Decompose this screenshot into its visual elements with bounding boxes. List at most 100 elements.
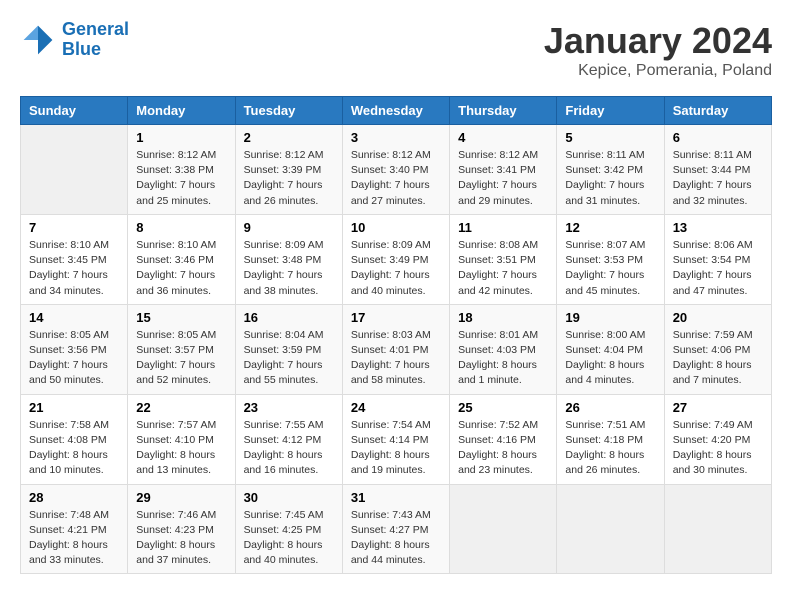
- calendar-cell: 7 Sunrise: 8:10 AM Sunset: 3:45 PM Daylig…: [21, 214, 128, 304]
- calendar-cell: 29 Sunrise: 7:46 AM Sunset: 4:23 PM Dayli…: [128, 484, 235, 574]
- day-number: 20: [673, 310, 763, 325]
- day-info: Sunrise: 7:43 AM Sunset: 4:27 PM Dayligh…: [351, 508, 441, 569]
- day-info: Sunrise: 8:10 AM Sunset: 3:45 PM Dayligh…: [29, 238, 119, 299]
- day-number: 7: [29, 220, 119, 235]
- day-number: 17: [351, 310, 441, 325]
- day-number: 11: [458, 220, 548, 235]
- day-number: 1: [136, 130, 226, 145]
- day-info: Sunrise: 8:05 AM Sunset: 3:57 PM Dayligh…: [136, 328, 226, 389]
- day-info: Sunrise: 8:04 AM Sunset: 3:59 PM Dayligh…: [244, 328, 334, 389]
- day-info: Sunrise: 8:06 AM Sunset: 3:54 PM Dayligh…: [673, 238, 763, 299]
- day-info: Sunrise: 8:09 AM Sunset: 3:48 PM Dayligh…: [244, 238, 334, 299]
- day-info: Sunrise: 8:10 AM Sunset: 3:46 PM Dayligh…: [136, 238, 226, 299]
- week-row-1: 1 Sunrise: 8:12 AM Sunset: 3:38 PM Daylig…: [21, 125, 772, 215]
- week-row-5: 28Sunrise: 7:48 AM Sunset: 4:21 PM Dayli…: [21, 484, 772, 574]
- day-number: 15: [136, 310, 226, 325]
- location: Kepice, Pomerania, Poland: [544, 62, 772, 80]
- day-info: Sunrise: 8:00 AM Sunset: 4:04 PM Dayligh…: [565, 328, 655, 389]
- calendar-cell: 15 Sunrise: 8:05 AM Sunset: 3:57 PM Dayli…: [128, 304, 235, 394]
- day-info: Sunrise: 7:46 AM Sunset: 4:23 PM Dayligh…: [136, 508, 226, 569]
- header-saturday: Saturday: [664, 97, 771, 125]
- calendar-cell: 2 Sunrise: 8:12 AM Sunset: 3:39 PM Daylig…: [235, 125, 342, 215]
- calendar-cell: 8 Sunrise: 8:10 AM Sunset: 3:46 PM Daylig…: [128, 214, 235, 304]
- week-row-2: 7 Sunrise: 8:10 AM Sunset: 3:45 PM Daylig…: [21, 214, 772, 304]
- header-monday: Monday: [128, 97, 235, 125]
- day-info: Sunrise: 8:11 AM Sunset: 3:42 PM Dayligh…: [565, 148, 655, 209]
- calendar-cell: 3 Sunrise: 8:12 AM Sunset: 3:40 PM Daylig…: [342, 125, 449, 215]
- day-number: 24: [351, 400, 441, 415]
- logo-line2: Blue: [62, 39, 101, 59]
- day-number: 14: [29, 310, 119, 325]
- header-thursday: Thursday: [450, 97, 557, 125]
- calendar-cell: 21 Sunrise: 7:58 AM Sunset: 4:08 PM Dayli…: [21, 394, 128, 484]
- calendar-cell: 23Sunrise: 7:55 AM Sunset: 4:12 PM Dayli…: [235, 394, 342, 484]
- day-number: 5: [565, 130, 655, 145]
- day-number: 26: [565, 400, 655, 415]
- calendar-cell: [21, 125, 128, 215]
- day-info: Sunrise: 7:48 AM Sunset: 4:21 PM Dayligh…: [29, 508, 119, 569]
- calendar-cell: 5 Sunrise: 8:11 AM Sunset: 3:42 PM Daylig…: [557, 125, 664, 215]
- day-info: Sunrise: 8:03 AM Sunset: 4:01 PM Dayligh…: [351, 328, 441, 389]
- calendar-cell: 14 Sunrise: 8:05 AM Sunset: 3:56 PM Dayli…: [21, 304, 128, 394]
- logo-line1: General: [62, 19, 129, 39]
- calendar-cell: 6Sunrise: 8:11 AM Sunset: 3:44 PM Daylig…: [664, 125, 771, 215]
- calendar-cell: 11 Sunrise: 8:08 AM Sunset: 3:51 PM Dayli…: [450, 214, 557, 304]
- day-number: 6: [673, 130, 763, 145]
- day-info: Sunrise: 7:59 AM Sunset: 4:06 PM Dayligh…: [673, 328, 763, 389]
- day-info: Sunrise: 8:12 AM Sunset: 3:38 PM Dayligh…: [136, 148, 226, 209]
- calendar-cell: 1 Sunrise: 8:12 AM Sunset: 3:38 PM Daylig…: [128, 125, 235, 215]
- calendar-cell: 22 Sunrise: 7:57 AM Sunset: 4:10 PM Dayli…: [128, 394, 235, 484]
- calendar-cell: 9 Sunrise: 8:09 AM Sunset: 3:48 PM Daylig…: [235, 214, 342, 304]
- day-info: Sunrise: 7:54 AM Sunset: 4:14 PM Dayligh…: [351, 418, 441, 479]
- day-number: 19: [565, 310, 655, 325]
- month-title: January 2024: [544, 20, 772, 62]
- day-number: 8: [136, 220, 226, 235]
- day-info: Sunrise: 8:05 AM Sunset: 3:56 PM Dayligh…: [29, 328, 119, 389]
- day-info: Sunrise: 8:12 AM Sunset: 3:40 PM Dayligh…: [351, 148, 441, 209]
- calendar-cell: 10Sunrise: 8:09 AM Sunset: 3:49 PM Dayli…: [342, 214, 449, 304]
- day-number: 22: [136, 400, 226, 415]
- day-number: 25: [458, 400, 548, 415]
- day-info: Sunrise: 8:01 AM Sunset: 4:03 PM Dayligh…: [458, 328, 548, 389]
- day-number: 21: [29, 400, 119, 415]
- day-info: Sunrise: 8:12 AM Sunset: 3:39 PM Dayligh…: [244, 148, 334, 209]
- calendar-cell: 26Sunrise: 7:51 AM Sunset: 4:18 PM Dayli…: [557, 394, 664, 484]
- calendar-cell: 13Sunrise: 8:06 AM Sunset: 3:54 PM Dayli…: [664, 214, 771, 304]
- day-number: 31: [351, 490, 441, 505]
- calendar-cell: 19 Sunrise: 8:00 AM Sunset: 4:04 PM Dayli…: [557, 304, 664, 394]
- day-number: 27: [673, 400, 763, 415]
- day-info: Sunrise: 7:49 AM Sunset: 4:20 PM Dayligh…: [673, 418, 763, 479]
- day-number: 3: [351, 130, 441, 145]
- header-sunday: Sunday: [21, 97, 128, 125]
- calendar-cell: 27 Sunrise: 7:49 AM Sunset: 4:20 PM Dayli…: [664, 394, 771, 484]
- calendar-cell: [664, 484, 771, 574]
- calendar-cell: 28Sunrise: 7:48 AM Sunset: 4:21 PM Dayli…: [21, 484, 128, 574]
- day-info: Sunrise: 7:52 AM Sunset: 4:16 PM Dayligh…: [458, 418, 548, 479]
- day-number: 30: [244, 490, 334, 505]
- calendar-cell: [450, 484, 557, 574]
- day-number: 29: [136, 490, 226, 505]
- day-number: 9: [244, 220, 334, 235]
- day-info: Sunrise: 8:07 AM Sunset: 3:53 PM Dayligh…: [565, 238, 655, 299]
- calendar-cell: 18Sunrise: 8:01 AM Sunset: 4:03 PM Dayli…: [450, 304, 557, 394]
- header-tuesday: Tuesday: [235, 97, 342, 125]
- header-wednesday: Wednesday: [342, 97, 449, 125]
- day-number: 16: [244, 310, 334, 325]
- header-friday: Friday: [557, 97, 664, 125]
- day-number: 2: [244, 130, 334, 145]
- week-row-4: 21 Sunrise: 7:58 AM Sunset: 4:08 PM Dayli…: [21, 394, 772, 484]
- day-info: Sunrise: 7:58 AM Sunset: 4:08 PM Dayligh…: [29, 418, 119, 479]
- calendar-cell: [557, 484, 664, 574]
- day-info: Sunrise: 7:57 AM Sunset: 4:10 PM Dayligh…: [136, 418, 226, 479]
- calendar-cell: 25 Sunrise: 7:52 AM Sunset: 4:16 PM Dayli…: [450, 394, 557, 484]
- calendar-cell: 30Sunrise: 7:45 AM Sunset: 4:25 PM Dayli…: [235, 484, 342, 574]
- calendar-cell: 16 Sunrise: 8:04 AM Sunset: 3:59 PM Dayli…: [235, 304, 342, 394]
- calendar-table: SundayMondayTuesdayWednesdayThursdayFrid…: [20, 96, 772, 574]
- day-info: Sunrise: 7:55 AM Sunset: 4:12 PM Dayligh…: [244, 418, 334, 479]
- calendar-cell: 12 Sunrise: 8:07 AM Sunset: 3:53 PM Dayli…: [557, 214, 664, 304]
- day-number: 10: [351, 220, 441, 235]
- calendar-cell: 4Sunrise: 8:12 AM Sunset: 3:41 PM Daylig…: [450, 125, 557, 215]
- title-area: January 2024 Kepice, Pomerania, Poland: [544, 20, 772, 80]
- day-info: Sunrise: 8:08 AM Sunset: 3:51 PM Dayligh…: [458, 238, 548, 299]
- day-number: 12: [565, 220, 655, 235]
